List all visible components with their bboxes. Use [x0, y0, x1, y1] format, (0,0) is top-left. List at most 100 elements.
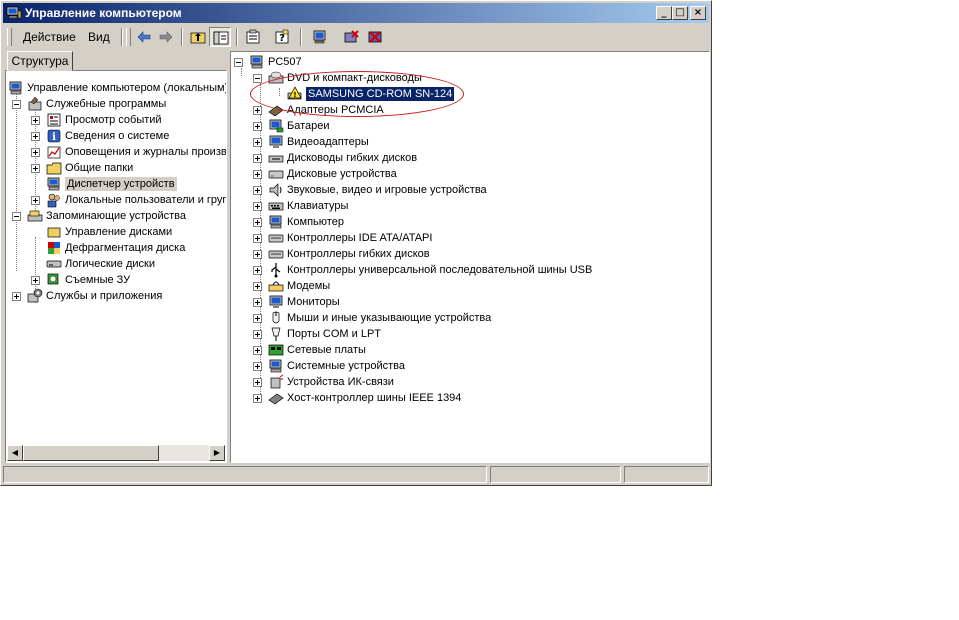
expand-button[interactable]	[253, 202, 262, 211]
minimize-button[interactable]: _	[656, 6, 672, 20]
expand-button[interactable]	[253, 170, 262, 179]
expand-button[interactable]	[253, 378, 262, 387]
left-tree-item[interactable]: Общие папки	[6, 160, 226, 176]
left-tree-item[interactable]: Съемные ЗУ	[6, 272, 226, 288]
device-category[interactable]: Видеоадаптеры	[231, 134, 709, 150]
device-category[interactable]: Мыши и иные указывающие устройства	[231, 310, 709, 326]
uninstall-device-button[interactable]	[340, 27, 362, 47]
floppy-controller-icon	[268, 250, 284, 259]
toolbar-grip[interactable]	[7, 28, 12, 46]
expand-button[interactable]	[253, 266, 262, 275]
horizontal-scrollbar[interactable]: ◀ ▶	[7, 445, 225, 461]
device-category[interactable]: Дисковые устройства	[231, 166, 709, 182]
device-category[interactable]: Контроллеры универсальной последовательн…	[231, 262, 709, 278]
expand-button[interactable]	[31, 148, 40, 157]
device-category[interactable]: Хост-контроллер шины IEEE 1394	[231, 390, 709, 406]
network-card-icon	[268, 344, 284, 356]
help-button[interactable]: ?	[271, 27, 293, 47]
console-tree[interactable]: ◀ ▶ Управление компьютером (локальным) Сл…	[5, 70, 227, 463]
disable-device-button[interactable]	[364, 27, 386, 47]
expand-button[interactable]	[31, 276, 40, 285]
left-tree-item[interactable]: Управление компьютером (локальным)	[6, 80, 226, 96]
expand-button[interactable]	[253, 106, 262, 115]
expand-button[interactable]	[253, 362, 262, 371]
logical-drives-icon	[46, 260, 62, 268]
device-category[interactable]: Модемы	[231, 278, 709, 294]
collapse-button[interactable]	[234, 58, 243, 67]
expand-button[interactable]	[253, 122, 262, 131]
toolbar-grip[interactable]	[126, 28, 131, 46]
tree-node-label: Мониторы	[287, 296, 340, 308]
scroll-left-button[interactable]: ◀	[7, 445, 23, 461]
infrared-icon	[270, 374, 284, 389]
expand-button[interactable]	[253, 298, 262, 307]
left-tree-item[interactable]: Локальные пользователи и группы	[6, 192, 226, 208]
left-tree-item[interactable]: Диспетчер устройств	[6, 176, 226, 192]
expand-button[interactable]	[253, 314, 262, 323]
left-tree-item[interactable]: Оповещения и журналы производительности	[6, 144, 226, 160]
left-tree-item[interactable]: Дефрагментация диска	[6, 240, 226, 256]
expand-button[interactable]	[253, 186, 262, 195]
expand-button[interactable]	[253, 282, 262, 291]
maximize-button[interactable]: □	[672, 6, 688, 20]
tree-node-label: Диспетчер устройств	[65, 177, 177, 191]
device-category[interactable]: Устройства ИК-связи	[231, 374, 709, 390]
show-hide-tree-button[interactable]	[209, 27, 231, 47]
device-category[interactable]: Звуковые, видео и игровые устройства	[231, 182, 709, 198]
device-tree-root[interactable]: PC507	[231, 54, 709, 70]
device-item-selected[interactable]: ! SAMSUNG CD-ROM SN-124	[231, 86, 709, 102]
scan-hardware-button[interactable]	[309, 27, 331, 47]
left-tree-item[interactable]: i Сведения о системе	[6, 128, 226, 144]
menu-action[interactable]: Действие	[23, 30, 76, 44]
tree-node-label: Просмотр событий	[65, 114, 162, 126]
tree-node-label: Дисководы гибких дисков	[287, 152, 418, 164]
device-category[interactable]: Дисководы гибких дисков	[231, 150, 709, 166]
menu-view[interactable]: Вид	[88, 30, 110, 44]
expand-button[interactable]	[31, 164, 40, 173]
device-category[interactable]: Системные устройства	[231, 358, 709, 374]
expand-button[interactable]	[31, 132, 40, 141]
device-manager-pane[interactable]: PC507 DVD и компакт-дисководы! SAMSUNG CD-…	[230, 51, 710, 463]
properties-button[interactable]	[242, 27, 264, 47]
close-button[interactable]: ×	[690, 6, 706, 20]
expand-button[interactable]	[253, 234, 262, 243]
title-bar[interactable]: Управление компьютером _ □ ×	[3, 3, 709, 23]
device-category[interactable]: Клавиатуры	[231, 198, 709, 214]
expand-button[interactable]	[253, 330, 262, 339]
left-tree-item[interactable]: Логические диски	[6, 256, 226, 272]
tab-structure[interactable]: Структура	[7, 51, 73, 71]
expand-button[interactable]	[253, 394, 262, 403]
expand-button[interactable]	[253, 154, 262, 163]
collapse-button[interactable]	[253, 74, 262, 83]
scroll-thumb[interactable]	[23, 445, 159, 461]
back-button[interactable]	[133, 27, 155, 47]
left-tree-item[interactable]: Службы и приложения	[6, 288, 226, 304]
left-tree-item[interactable]: Управление дисками	[6, 224, 226, 240]
device-category[interactable]: Компьютер	[231, 214, 709, 230]
expand-button[interactable]	[253, 346, 262, 355]
expand-button[interactable]	[253, 138, 262, 147]
device-category[interactable]: Контроллеры IDE ATA/ATAPI	[231, 230, 709, 246]
device-category[interactable]: Адаптеры PCMCIA	[231, 102, 709, 118]
device-category[interactable]: DVD и компакт-дисководы	[231, 70, 709, 86]
expand-button[interactable]	[253, 218, 262, 227]
collapse-button[interactable]	[12, 212, 21, 221]
cd-rom-icon	[268, 71, 284, 84]
device-category[interactable]: Мониторы	[231, 294, 709, 310]
tree-node-label: SAMSUNG CD-ROM SN-124	[304, 86, 456, 102]
device-category[interactable]: Контроллеры гибких дисков	[231, 246, 709, 262]
expand-button[interactable]	[31, 116, 40, 125]
collapse-button[interactable]	[12, 100, 21, 109]
left-tree-item[interactable]: Служебные программы	[6, 96, 226, 112]
device-category[interactable]: Сетевые платы	[231, 342, 709, 358]
forward-button[interactable]	[155, 27, 177, 47]
scroll-right-button[interactable]: ▶	[209, 445, 225, 461]
device-category[interactable]: Батареи	[231, 118, 709, 134]
left-tree-item[interactable]: Запоминающие устройства	[6, 208, 226, 224]
device-category[interactable]: Порты COM и LPT	[231, 326, 709, 342]
expand-button[interactable]	[253, 250, 262, 259]
expand-button[interactable]	[31, 196, 40, 205]
left-tree-item[interactable]: Просмотр событий	[6, 112, 226, 128]
up-level-button[interactable]	[187, 27, 209, 47]
expand-button[interactable]	[12, 292, 21, 301]
